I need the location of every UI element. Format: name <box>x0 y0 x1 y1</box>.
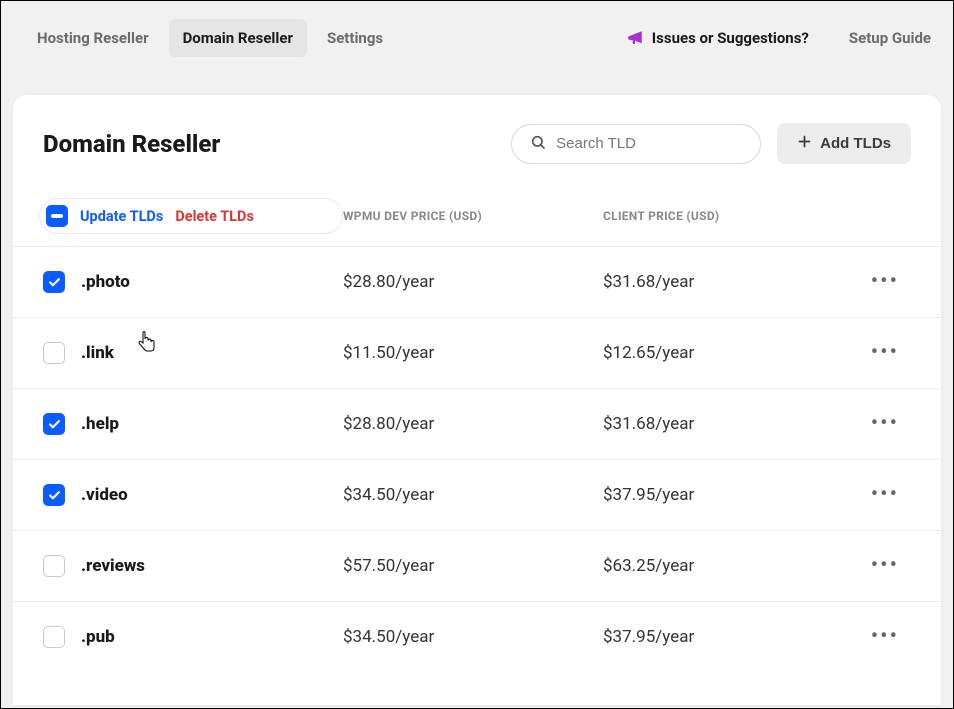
top-bar: Hosting Reseller Domain Reseller Setting… <box>1 1 953 75</box>
tab-settings[interactable]: Settings <box>313 19 397 57</box>
row-checkbox[interactable] <box>43 555 65 577</box>
ellipsis-icon: ••• <box>871 411 899 436</box>
tld-name: .video <box>81 485 343 505</box>
update-tlds-button[interactable]: Update TLDs <box>80 208 163 225</box>
client-price: $37.95/year <box>603 485 863 505</box>
row-checkbox[interactable] <box>43 342 65 364</box>
ellipsis-icon: ••• <box>871 553 899 578</box>
issues-suggestions-link[interactable]: Issues or Suggestions? <box>626 29 809 47</box>
row-checkbox[interactable] <box>43 271 65 293</box>
megaphone-icon <box>626 29 644 47</box>
issues-suggestions-label: Issues or Suggestions? <box>652 29 809 47</box>
row-menu-button[interactable]: ••• <box>863 626 899 648</box>
ellipsis-icon: ••• <box>871 482 899 507</box>
ellipsis-icon: ••• <box>871 269 899 294</box>
row-menu-button[interactable]: ••• <box>863 555 899 577</box>
tld-name: .photo <box>81 272 343 292</box>
search-input[interactable] <box>556 135 742 152</box>
table-row: .link$11.50/year$12.65/year ••• <box>13 318 941 389</box>
dev-price: $28.80/year <box>343 414 603 434</box>
tld-name: .reviews <box>81 556 343 576</box>
table-row: .video$34.50/year$37.95/year ••• <box>13 460 941 531</box>
client-price: $37.95/year <box>603 627 863 647</box>
add-tlds-button[interactable]: Add TLDs <box>777 123 911 164</box>
indeterminate-icon <box>51 214 63 218</box>
client-price: $31.68/year <box>603 272 863 292</box>
tab-hosting-reseller[interactable]: Hosting Reseller <box>23 19 163 57</box>
row-menu-button[interactable]: ••• <box>863 484 899 506</box>
bulk-actions-pill: Update TLDs Delete TLDs <box>39 198 343 234</box>
table-row: .photo$28.80/year$31.68/year ••• <box>13 247 941 318</box>
table-row: .reviews$57.50/year$63.25/year ••• <box>13 531 941 602</box>
tab-domain-reseller[interactable]: Domain Reseller <box>169 19 307 57</box>
row-menu-button[interactable]: ••• <box>863 342 899 364</box>
ellipsis-icon: ••• <box>871 624 899 649</box>
plus-icon <box>797 134 812 153</box>
dev-price: $28.80/year <box>343 272 603 292</box>
column-header-client-price: CLIENT PRICE (USD) <box>603 209 863 223</box>
client-price: $31.68/year <box>603 414 863 434</box>
delete-tlds-button[interactable]: Delete TLDs <box>175 208 254 225</box>
row-menu-button[interactable]: ••• <box>863 413 899 435</box>
row-checkbox[interactable] <box>43 626 65 648</box>
setup-guide-link[interactable]: Setup Guide <box>849 29 931 47</box>
client-price: $63.25/year <box>603 556 863 576</box>
tld-name: .pub <box>81 627 343 647</box>
tld-name: .help <box>81 414 343 434</box>
select-all-checkbox[interactable] <box>46 205 68 227</box>
dev-price: $34.50/year <box>343 485 603 505</box>
table-body: .photo$28.80/year$31.68/year•••.link$11.… <box>13 247 941 672</box>
column-header-dev-price: WPMU DEV PRICE (USD) <box>343 209 603 223</box>
dev-price: $34.50/year <box>343 627 603 647</box>
dev-price: $57.50/year <box>343 556 603 576</box>
row-checkbox[interactable] <box>43 413 65 435</box>
table-row: .help$28.80/year$31.68/year ••• <box>13 389 941 460</box>
table-row: .pub$34.50/year$37.95/year ••• <box>13 602 941 672</box>
ellipsis-icon: ••• <box>871 340 899 365</box>
client-price: $12.65/year <box>603 343 863 363</box>
dev-price: $11.50/year <box>343 343 603 363</box>
search-field[interactable] <box>511 124 761 164</box>
tld-name: .link <box>81 343 343 363</box>
page-title: Domain Reseller <box>43 130 495 158</box>
row-menu-button[interactable]: ••• <box>863 271 899 293</box>
search-icon <box>530 134 546 154</box>
add-tlds-label: Add TLDs <box>820 135 891 152</box>
table-header: Update TLDs Delete TLDs WPMU DEV PRICE (… <box>13 186 941 247</box>
card-header: Domain Reseller Add TLDs <box>13 95 941 186</box>
main-card: Domain Reseller Add TLDs <box>13 95 941 705</box>
row-checkbox[interactable] <box>43 484 65 506</box>
nav-tabs: Hosting Reseller Domain Reseller Setting… <box>23 19 397 57</box>
